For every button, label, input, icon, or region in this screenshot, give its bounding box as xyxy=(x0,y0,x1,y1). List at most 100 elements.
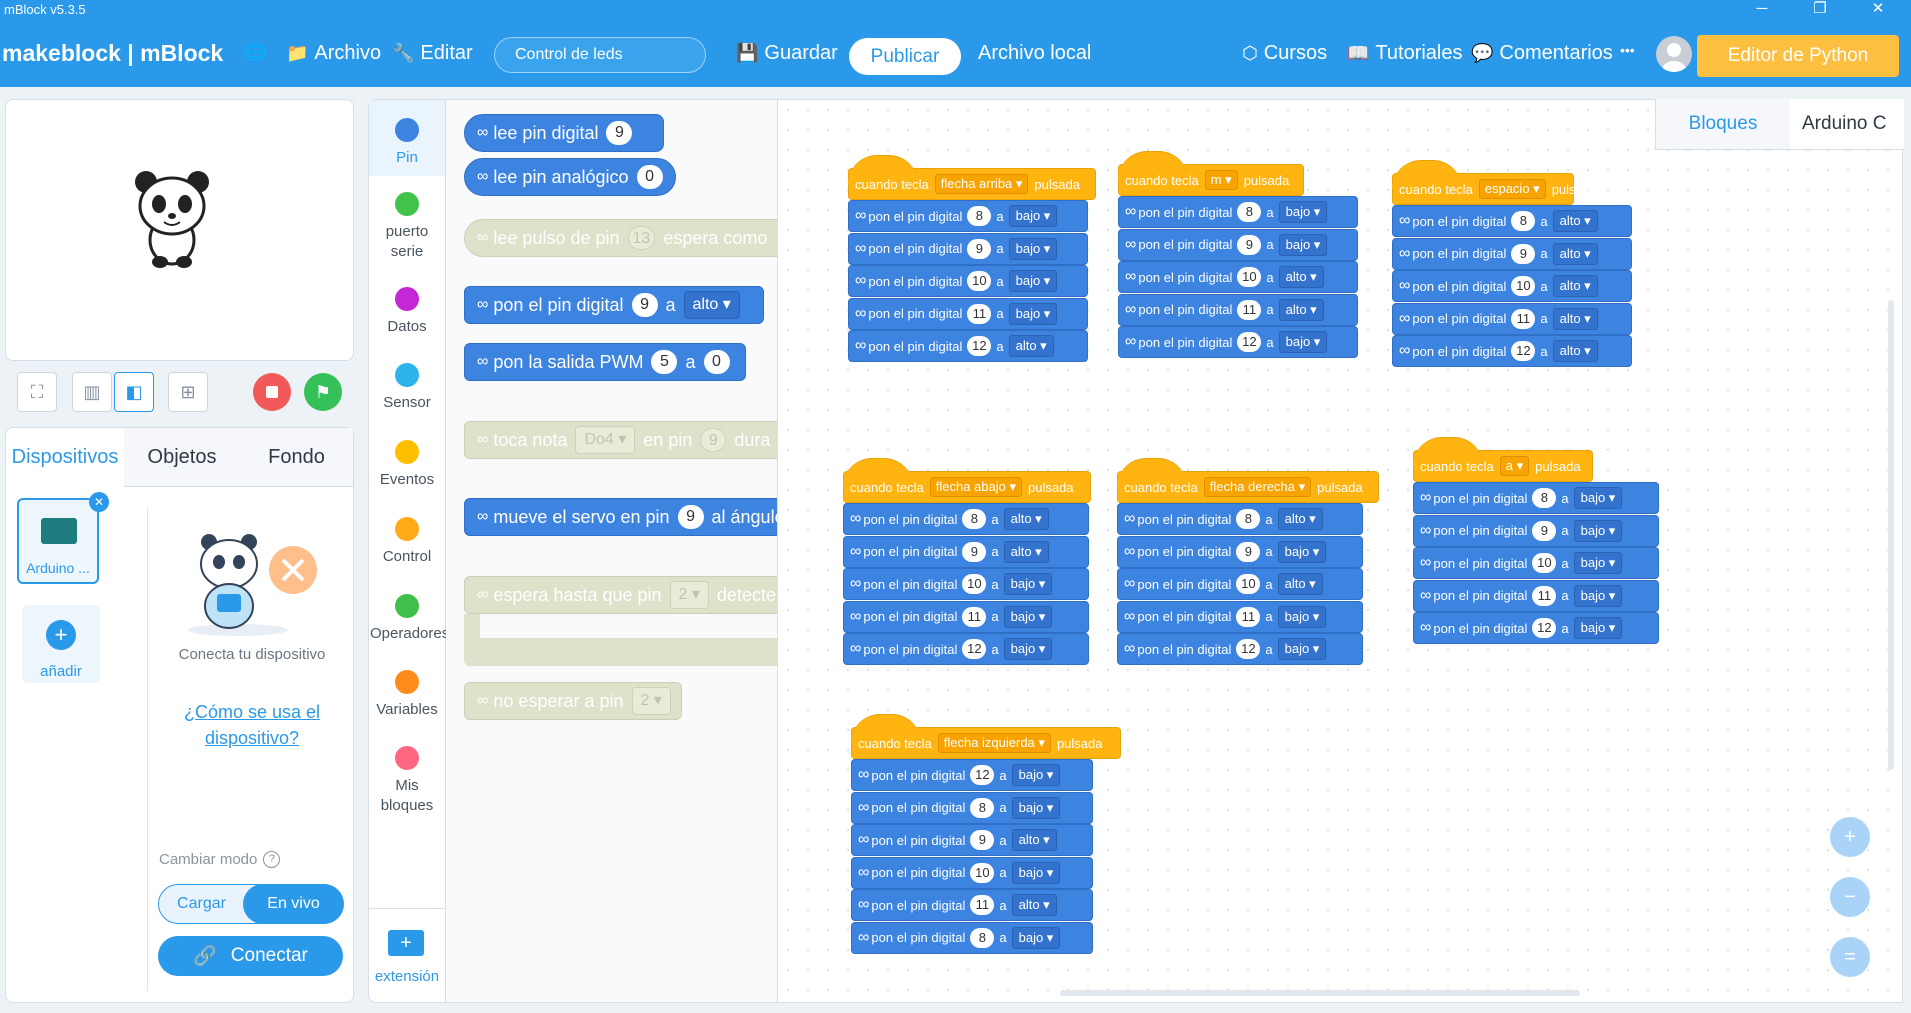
pin-value[interactable]: 8 xyxy=(970,797,995,818)
local-file-button[interactable]: Archivo local xyxy=(978,42,1091,65)
pin-value[interactable]: 10 xyxy=(1236,574,1261,594)
pin-value[interactable]: 11 xyxy=(1511,308,1536,329)
level-dropdown[interactable]: bajo ▾ xyxy=(1008,205,1058,227)
set-digital-pin-block[interactable]: ∞ pon el pin digital 12 a alto ▾ xyxy=(1392,335,1632,367)
level-dropdown[interactable]: bajo ▾ xyxy=(1573,584,1623,607)
level-dropdown[interactable]: bajo ▾ xyxy=(1011,796,1061,819)
block-espera-hasta[interactable]: ∞ espera hasta que pin 2 ▾ detecte xyxy=(464,576,777,614)
pin-value[interactable]: 13 xyxy=(627,226,656,250)
block-no-esperar[interactable]: ∞ no esperar a pin 2 ▾ xyxy=(464,682,682,720)
when-key-pressed-block[interactable]: cuando tecla flecha arriba ▾ pulsada xyxy=(848,155,1096,200)
level-dropdown[interactable]: bajo ▾ xyxy=(1008,237,1058,260)
level-dropdown[interactable]: alto ▾ xyxy=(1003,540,1049,563)
pin-value[interactable]: 8 xyxy=(1237,202,1262,222)
block-pon-pin-digital[interactable]: ∞ pon el pin digital 9 a alto ▾ xyxy=(464,286,764,324)
small-stage-button[interactable]: ▥ xyxy=(72,372,112,412)
pin-value[interactable]: 12 xyxy=(1532,618,1557,638)
normal-stage-button[interactable]: ◧ xyxy=(114,372,154,412)
pin-value[interactable]: 11 xyxy=(1236,606,1261,627)
set-digital-pin-block[interactable]: ∞ pon el pin digital 9 a alto ▾ xyxy=(1392,237,1632,270)
pin-value[interactable]: 9 xyxy=(1237,234,1262,255)
level-dropdown[interactable]: alto ▾ xyxy=(1278,298,1324,321)
when-key-pressed-block[interactable]: cuando tecla m ▾ pulsada xyxy=(1118,151,1304,196)
zoom-reset-button[interactable]: = xyxy=(1830,937,1870,977)
level-dropdown[interactable]: bajo ▾ xyxy=(1011,764,1061,786)
level-dropdown[interactable]: bajo ▾ xyxy=(1003,638,1053,660)
pin-value[interactable]: 9 xyxy=(606,121,633,145)
set-digital-pin-block[interactable]: ∞ pon el pin digital 12 a bajo ▾ xyxy=(1413,612,1659,644)
pin-value[interactable]: 12 xyxy=(967,336,992,356)
block-pwm[interactable]: ∞ pon la salida PWM 5 a 0 xyxy=(464,343,746,381)
help-link[interactable]: ¿Cómo se usa el dispositivo? xyxy=(170,699,334,751)
stop-button[interactable] xyxy=(253,373,291,411)
pin-value[interactable]: 11 xyxy=(970,895,995,915)
set-digital-pin-block[interactable]: ∞ pon el pin digital 10 a bajo ▾ xyxy=(848,265,1088,297)
when-key-pressed-block[interactable]: cuando tecla flecha derecha ▾ pulsada xyxy=(1117,458,1379,503)
category-mis-bloques[interactable]: Mis bloques xyxy=(370,746,444,816)
add-device-button[interactable]: + añadir xyxy=(22,605,100,683)
pin-value[interactable]: 9 xyxy=(970,830,995,850)
set-digital-pin-block[interactable]: ∞ pon el pin digital 11 a bajo ▾ xyxy=(1413,579,1659,612)
menu-archivo[interactable]: 📁 Archivo xyxy=(286,42,381,65)
set-digital-pin-block[interactable]: ∞ pon el pin digital 8 a bajo ▾ xyxy=(848,200,1088,232)
avatar[interactable] xyxy=(1656,36,1692,72)
set-digital-pin-block[interactable]: ∞ pon el pin digital 11 a alto ▾ xyxy=(1118,293,1358,326)
level-dropdown[interactable]: bajo ▾ xyxy=(1573,617,1623,639)
set-digital-pin-block[interactable]: ∞ pon el pin digital 12 a alto ▾ xyxy=(848,330,1088,362)
set-digital-pin-block[interactable]: ∞ pon el pin digital 12 a bajo ▾ xyxy=(1118,326,1358,358)
project-name-input[interactable]: Control de leds xyxy=(494,37,706,73)
set-digital-pin-block[interactable]: ∞ pon el pin digital 11 a bajo ▾ xyxy=(848,297,1088,330)
category-control[interactable]: Control xyxy=(370,517,444,567)
horizontal-scrollbar[interactable] xyxy=(1060,990,1580,996)
set-digital-pin-block[interactable]: ∞ pon el pin digital 10 a bajo ▾ xyxy=(1413,547,1659,579)
menu-comentarios[interactable]: 💬 Comentarios xyxy=(1471,42,1613,65)
pin-value[interactable]: 9 xyxy=(1532,520,1557,541)
set-digital-pin-block[interactable]: ∞ pon el pin digital 11 a alto ▾ xyxy=(1392,302,1632,335)
pin-value[interactable]: 8 xyxy=(1511,211,1536,231)
block-lee-pin-analogico[interactable]: ∞ lee pin analógico 0 xyxy=(464,158,676,196)
set-digital-pin-block[interactable]: ∞ pon el pin digital 10 a alto ▾ xyxy=(1118,261,1358,293)
set-digital-pin-block[interactable]: ∞ pon el pin digital 10 a alto ▾ xyxy=(1117,568,1363,600)
level-dropdown[interactable]: bajo ▾ xyxy=(1008,302,1058,325)
restore-button[interactable]: ❐ xyxy=(1797,0,1843,20)
pin-value[interactable]: 11 xyxy=(1237,299,1262,320)
set-digital-pin-block[interactable]: ∞ pon el pin digital 8 a bajo ▾ xyxy=(851,791,1093,824)
tab-bloques[interactable]: Bloques xyxy=(1656,99,1790,149)
pin-value[interactable]: 9 xyxy=(1236,541,1261,562)
key-dropdown[interactable]: flecha arriba ▾ xyxy=(934,174,1029,194)
pin-value[interactable]: 11 xyxy=(962,606,987,627)
category-puerto-serie[interactable]: puerto serie xyxy=(370,192,444,262)
level-dropdown[interactable]: alto ▾ xyxy=(1552,340,1598,362)
set-digital-pin-block[interactable]: ∞ pon el pin digital 8 a bajo ▾ xyxy=(1413,482,1659,514)
pin-value[interactable]: 12 xyxy=(970,765,995,785)
category-sensor[interactable]: Sensor xyxy=(370,363,444,413)
level-dropdown[interactable]: alto ▾ xyxy=(1552,210,1598,232)
tab-objetos[interactable]: Objetos xyxy=(124,428,241,487)
set-digital-pin-block[interactable]: ∞ pon el pin digital 12 a bajo ▾ xyxy=(843,633,1089,665)
pin-value[interactable]: 12 xyxy=(962,639,987,659)
pin-value[interactable]: 12 xyxy=(1511,341,1536,361)
remove-device-button[interactable]: ✕ xyxy=(89,492,109,512)
pin-value[interactable]: 8 xyxy=(962,509,987,529)
pin-value[interactable]: 5 xyxy=(651,350,678,374)
level-dropdown[interactable]: bajo ▾ xyxy=(1277,638,1327,660)
block-lee-pulso[interactable]: ∞ lee pulso de pin 13 espera como xyxy=(464,219,777,257)
set-digital-pin-block[interactable]: ∞ pon el pin digital 8 a bajo ▾ xyxy=(1118,196,1358,228)
when-key-pressed-block[interactable]: cuando tecla espacio ▾ pulsada xyxy=(1392,160,1597,205)
level-dropdown[interactable]: bajo ▾ xyxy=(1573,552,1623,574)
block-servo[interactable]: ∞mueve el servo en pin9al ángulo xyxy=(464,498,777,536)
pin-value[interactable]: 10 xyxy=(967,271,992,291)
key-dropdown[interactable]: a ▾ xyxy=(1499,456,1530,476)
close-window-button[interactable]: ✕ xyxy=(1855,0,1901,20)
key-dropdown[interactable]: flecha izquierda ▾ xyxy=(937,733,1051,753)
key-dropdown[interactable]: m ▾ xyxy=(1204,170,1238,190)
level-dropdown[interactable]: bajo ▾ xyxy=(1573,519,1623,542)
level-dropdown[interactable]: alto ▾ xyxy=(1008,335,1054,357)
zoom-out-button[interactable]: − xyxy=(1830,877,1870,917)
level-dropdown[interactable]: alto ▾ xyxy=(683,291,740,319)
pin-value[interactable]: 8 xyxy=(1532,488,1557,508)
level-dropdown[interactable]: bajo ▾ xyxy=(1278,331,1328,353)
category-pin[interactable]: Pin xyxy=(370,118,444,168)
pin-value[interactable]: 8 xyxy=(1236,509,1261,529)
level-dropdown[interactable]: alto ▾ xyxy=(1011,894,1057,916)
